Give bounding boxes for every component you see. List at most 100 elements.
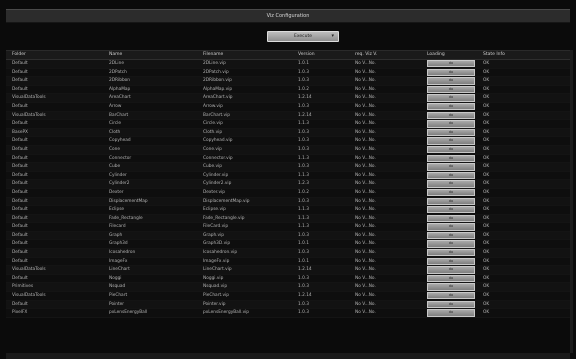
cell-version: 1.1.3 <box>298 207 309 213</box>
loading-button[interactable]: do <box>427 137 475 145</box>
table-row[interactable]: VisualDataTools AreaChart AreaChart.vip 1.2… <box>6 94 570 103</box>
loading-button[interactable]: do <box>427 274 475 283</box>
cell-req-viz-version: No V...No. <box>355 301 376 307</box>
header-name[interactable]: Name <box>109 51 122 59</box>
loading-button[interactable]: do <box>427 231 475 240</box>
loading-button[interactable]: do <box>427 128 475 137</box>
loading-button[interactable]: do <box>427 283 475 291</box>
table-row[interactable]: Default Arrow Arrow.vip 1.0.3 No V...No. do OK <box>6 102 570 112</box>
header-req-viz-version[interactable]: req. Viz V. <box>355 51 377 59</box>
loading-button[interactable]: do <box>427 145 475 154</box>
cell-name: Cone <box>109 146 120 152</box>
table-row[interactable]: Default Pointer Pointer.vip 1.0.3 No V...No.… <box>6 300 570 310</box>
cell-name: pxLensEnergyBall <box>109 310 148 316</box>
table-row[interactable]: VisualDataTools LineChart LineChart.vip 1.2… <box>6 266 570 275</box>
loading-button[interactable]: do <box>427 188 475 197</box>
cell-version: 1.0.3 <box>298 310 309 316</box>
table-row[interactable]: Default Cube Cube.vip 1.0.3 No V...No. do OK <box>6 163 570 172</box>
cell-filename: 2DRibbon.vip <box>203 78 232 84</box>
loading-button[interactable]: do <box>427 68 475 76</box>
table-row[interactable]: Default 2DPatch 2DPatch.vip 1.0.3 No V...No.… <box>6 68 570 78</box>
cell-filename: Noggi.vip <box>203 275 224 281</box>
loading-button[interactable]: do <box>427 163 475 171</box>
loading-button[interactable]: do <box>427 111 475 119</box>
table-row[interactable]: Default Circle Circle.vip 1.1.3 No V...No. do… <box>6 120 570 129</box>
loading-button[interactable]: do <box>427 77 475 85</box>
cell-req-viz-version: No V...No. <box>355 146 376 152</box>
cell-folder: VisualDataTools <box>12 267 46 273</box>
loading-button[interactable]: do <box>427 197 475 205</box>
vertical-scrollbar[interactable] <box>570 50 573 353</box>
table-row[interactable]: Default Fade_Rectangle Fade_Rectangle.vip 1… <box>6 214 570 224</box>
table-row[interactable]: Default Noggi Noggi.vip 1.0.3 No V...No. do OK <box>6 274 570 284</box>
cell-filename: Graph.vip <box>203 232 225 238</box>
cell-state-info: OK <box>483 267 490 273</box>
table-row[interactable]: Default ImageFx ImageFx.vip 1.0.1 No V...No.… <box>6 257 570 267</box>
cell-state-info: OK <box>483 86 490 92</box>
cell-filename: Nsquad.vip <box>203 284 228 290</box>
table-row[interactable]: Default Cylinder2 Cylinder2.vip 1.2.3 No V..… <box>6 180 570 189</box>
cell-state-info: OK <box>483 215 490 221</box>
cell-version: 1.0.3 <box>298 103 309 109</box>
cell-req-viz-version: No V...No. <box>355 129 376 135</box>
table-row[interactable]: Default 2DRibbon 2DRibbon.vip 1.0.3 No V...N… <box>6 77 570 86</box>
loading-button[interactable]: do <box>427 257 475 266</box>
loading-button[interactable]: do <box>427 60 475 68</box>
horizontal-scrollbar[interactable] <box>6 353 570 359</box>
cell-filename: ImageFx.vip <box>203 258 230 264</box>
loading-button[interactable]: do <box>427 300 475 309</box>
loading-button[interactable]: do <box>427 102 475 111</box>
table-row[interactable]: BasePX Cloth Cloth.vip 1.0.3 No V...No. do OK <box>6 128 570 138</box>
header-filename[interactable]: Filename <box>203 51 223 59</box>
loading-button[interactable]: do <box>427 240 475 248</box>
loading-button[interactable]: do <box>427 180 475 188</box>
cell-version: 1.0.3 <box>298 250 309 256</box>
loading-button[interactable]: do <box>427 223 475 231</box>
table-row[interactable]: Default Graph3d Graph3D.vip 1.0.1 No V...No.… <box>6 240 570 250</box>
loading-button[interactable]: do <box>427 154 475 162</box>
table-row[interactable]: Default 2DLine 2DLine.vip 1.0.1 No V...No. do… <box>6 60 570 69</box>
table-row[interactable]: Default Cone Cone.vip 1.0.3 No V...No. do OK <box>6 145 570 155</box>
cell-folder: BasePX <box>12 129 28 135</box>
table-row[interactable]: VisualDataTools PieChart PieChart.vip 1.2.1… <box>6 292 570 301</box>
table-row[interactable]: Default AlphaMap AlphaMap.vip 1.0.2 No V...N… <box>6 85 570 95</box>
cell-name: Dexter <box>109 189 124 195</box>
execute-button[interactable]: Execute ▾ <box>267 31 339 42</box>
cell-filename: Cube.vip <box>203 164 222 170</box>
cell-name: Fade_Rectangle <box>109 215 143 221</box>
table-row[interactable]: Default Dexter Dexter.vip 1.0.2 No V...No. do… <box>6 188 570 198</box>
header-version[interactable]: Version <box>298 51 315 59</box>
cell-version: 1.1.3 <box>298 215 309 221</box>
cell-state-info: OK <box>483 155 490 161</box>
chevron-down-icon: ▾ <box>331 33 334 39</box>
loading-button[interactable]: do <box>427 266 475 274</box>
cell-req-viz-version: No V...No. <box>355 138 376 144</box>
loading-button[interactable]: do <box>427 214 475 223</box>
cell-folder: Default <box>12 86 28 92</box>
table-row[interactable]: PixelFX pxLensEnergyBall pxLensEnergyBall.… <box>6 309 570 318</box>
loading-button[interactable]: do <box>427 292 475 300</box>
header-loading[interactable]: Loading <box>427 51 445 59</box>
header-state-info[interactable]: State Info <box>483 51 505 59</box>
loading-button[interactable]: do <box>427 206 475 214</box>
loading-button[interactable]: do <box>427 309 475 317</box>
table-row[interactable]: Default Graph Graph.vip 1.0.3 No V...No. do OK <box>6 231 570 241</box>
table-row[interactable]: Default Connector Connector.vip 1.1.3 No V..… <box>6 154 570 164</box>
table-row[interactable]: Primitives Nsquad Nsquad.vip 1.0.3 No V...No… <box>6 283 570 293</box>
table-row[interactable]: VisualDataTools BarChart BarChart.vip 1.2.1… <box>6 111 570 121</box>
table-row[interactable]: Default Cylinder Cylinder.vip 1.1.3 No V...N… <box>6 171 570 181</box>
loading-button[interactable]: do <box>427 171 475 180</box>
table-row[interactable]: Default Filecard FileCard.vip 1.1.3 No V...N… <box>6 223 570 232</box>
table-row[interactable]: Default Copyhead Copyhead.vip 1.0.3 No V...N… <box>6 137 570 146</box>
header-folder[interactable]: Folder <box>12 51 26 59</box>
loading-button[interactable]: do <box>427 94 475 102</box>
cell-req-viz-version: No V...No. <box>355 121 376 127</box>
cell-req-viz-version: No V...No. <box>355 181 376 187</box>
table-row[interactable]: Default Eclipse Eclipse.vip 1.1.3 No V...No.… <box>6 206 570 215</box>
loading-button[interactable]: do <box>427 120 475 128</box>
loading-button[interactable]: do <box>427 85 475 94</box>
table-row[interactable]: Default DisplacementMap DisplacementMap.vi… <box>6 197 570 207</box>
cell-state-info: OK <box>483 258 490 264</box>
table-row[interactable]: Default Icosahedron Icosahedron.vip 1.0.3 No… <box>6 249 570 258</box>
loading-button[interactable]: do <box>427 249 475 257</box>
